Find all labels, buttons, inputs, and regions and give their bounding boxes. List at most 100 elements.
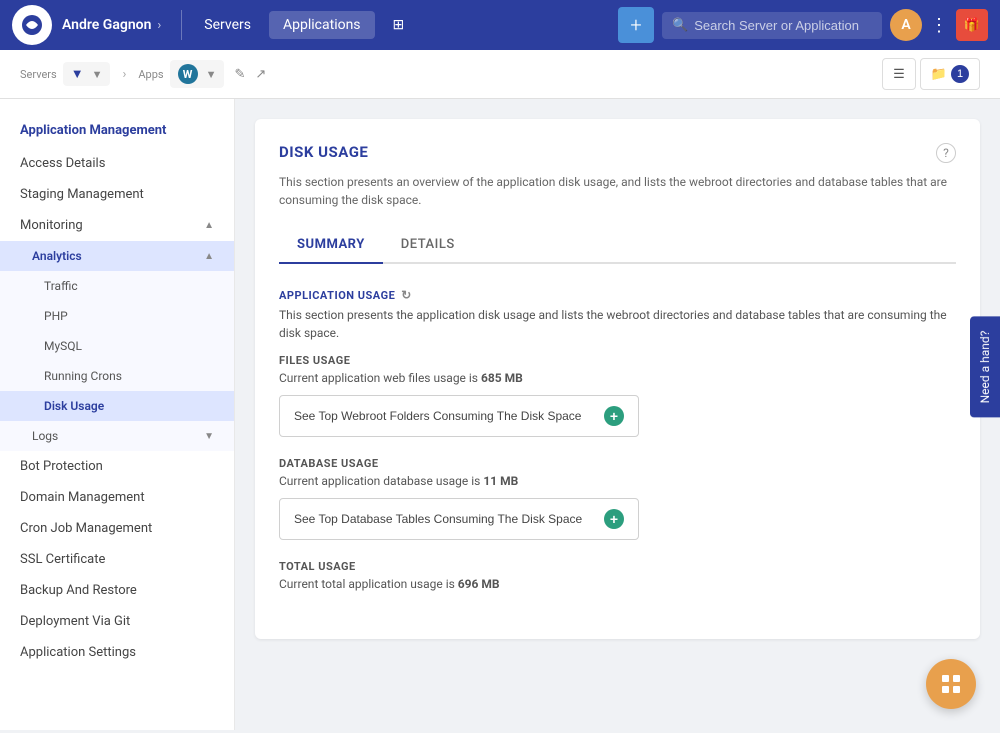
floating-grid-button[interactable] — [926, 659, 976, 709]
sidebar-item-cron-job-management[interactable]: Cron Job Management — [0, 513, 234, 544]
breadcrumb-arrow: › — [122, 67, 126, 82]
running-crons-label: Running Crons — [44, 369, 122, 383]
sidebar-item-traffic[interactable]: Traffic — [0, 271, 234, 301]
disk-usage-description: This section presents an overview of the… — [279, 173, 956, 209]
files-badge: 1 — [951, 65, 969, 83]
sidebar-item-logs[interactable]: Logs ▼ — [0, 421, 234, 451]
domain-management-label: Domain Management — [20, 490, 145, 505]
database-usage-title: DATABASE USAGE — [279, 457, 956, 470]
database-tables-button[interactable]: See Top Database Tables Consuming The Di… — [279, 498, 639, 540]
webroot-folders-label: See Top Webroot Folders Consuming The Di… — [294, 409, 581, 423]
logo[interactable] — [12, 5, 52, 45]
sidebar-item-deployment-via-git[interactable]: Deployment Via Git — [0, 606, 234, 637]
database-usage-desc: Current application database usage is 11… — [279, 474, 956, 488]
sidebar-item-ssl-certificate[interactable]: SSL Certificate — [0, 544, 234, 575]
total-usage-desc: Current total application usage is 696 M… — [279, 577, 956, 591]
monitoring-label: Monitoring — [20, 218, 83, 233]
user-chevron: › — [157, 18, 161, 33]
traffic-label: Traffic — [44, 279, 78, 293]
total-usage-title: TOTAL USAGE — [279, 560, 956, 573]
sidebar-item-access-details[interactable]: Access Details — [0, 148, 234, 179]
avatar[interactable]: A — [890, 9, 922, 41]
analytics-submenu: Traffic PHP MySQL Running Crons Disk Usa… — [0, 271, 234, 421]
add-button[interactable]: + — [618, 7, 654, 43]
nav-applications[interactable]: Applications — [269, 11, 375, 39]
sidebar-item-running-crons[interactable]: Running Crons — [0, 361, 234, 391]
tab-summary[interactable]: SUMMARY — [279, 227, 383, 264]
sidebar-item-staging-management[interactable]: Staging Management — [0, 179, 234, 210]
server-icon: ▼ — [71, 66, 84, 82]
more-menu[interactable]: ⋮ — [930, 15, 948, 36]
app-edit-icon[interactable]: ✎ — [234, 67, 245, 82]
app-dropdown-icon: ▼ — [206, 68, 217, 81]
sidebar-item-analytics[interactable]: Analytics ▲ — [0, 241, 234, 271]
app-selector[interactable]: W ▼ — [170, 60, 225, 88]
mysql-label: MySQL — [44, 339, 82, 353]
nav-divider — [181, 10, 182, 40]
servers-label: Servers — [20, 68, 57, 81]
search-bar[interactable]: 🔍 — [662, 12, 882, 39]
nav-servers[interactable]: Servers — [190, 11, 265, 39]
sidebar-item-domain-management[interactable]: Domain Management — [0, 482, 234, 513]
disk-usage-card: DISK USAGE ? This section presents an ov… — [255, 119, 980, 639]
nav-grid[interactable]: ⊞ — [379, 11, 419, 39]
analytics-chevron-icon: ▲ — [204, 251, 214, 262]
servers-breadcrumb: Servers ▼ ▼ — [20, 62, 110, 86]
sidebar-item-backup-and-restore[interactable]: Backup And Restore — [0, 575, 234, 606]
app-usage-description: This section presents the application di… — [279, 306, 956, 342]
ssl-certificate-label: SSL Certificate — [20, 552, 105, 567]
app-link-icon[interactable]: ↗ — [255, 67, 266, 82]
php-label: PHP — [44, 309, 68, 323]
sidebar-item-disk-usage[interactable]: Disk Usage — [0, 391, 234, 421]
logs-label: Logs — [32, 429, 58, 443]
files-usage-desc: Current application web files usage is 6… — [279, 371, 956, 385]
sidebar-item-bot-protection[interactable]: Bot Protection — [0, 451, 234, 482]
disk-usage-label: Disk Usage — [44, 399, 104, 413]
breadcrumb-bar: Servers ▼ ▼ › Apps W ▼ ✎ ↗ ☰ 📁 1 — [0, 50, 1000, 99]
user-name[interactable]: Andre Gagnon — [62, 17, 151, 33]
list-view-button[interactable]: ☰ — [882, 58, 916, 90]
apps-label: Apps — [138, 68, 163, 81]
files-button[interactable]: 📁 1 — [920, 58, 980, 90]
refresh-icon[interactable]: ↻ — [401, 288, 412, 302]
analytics-label: Analytics — [32, 249, 82, 263]
access-details-label: Access Details — [20, 156, 105, 171]
webroot-folders-button[interactable]: See Top Webroot Folders Consuming The Di… — [279, 395, 639, 437]
sidebar-section-title: Application Management — [0, 115, 234, 148]
app-usage-section: APPLICATION USAGE ↻ This section present… — [279, 288, 956, 591]
files-usage-title: FILES USAGE — [279, 354, 956, 367]
folder-icon: 📁 — [931, 66, 947, 82]
breadcrumb-actions: ☰ 📁 1 — [882, 58, 980, 90]
files-usage-subsection: FILES USAGE Current application web file… — [279, 354, 956, 437]
sidebar-item-monitoring[interactable]: Monitoring ▲ — [0, 210, 234, 241]
apps-breadcrumb: Apps W ▼ ✎ ↗ — [138, 60, 266, 88]
sidebar: Application Management Access Details St… — [0, 99, 235, 730]
monitoring-chevron-icon: ▲ — [204, 220, 214, 231]
content-tabs: SUMMARY DETAILS — [279, 227, 956, 264]
monitoring-submenu: Analytics ▲ Traffic PHP MySQL Running Cr… — [0, 241, 234, 451]
gift-icon[interactable]: 🎁 — [956, 9, 988, 41]
disk-usage-title: DISK USAGE — [279, 143, 368, 161]
need-a-hand-panel[interactable]: Need a hand? — [970, 316, 1000, 417]
deployment-via-git-label: Deployment Via Git — [20, 614, 130, 629]
application-settings-label: Application Settings — [20, 645, 136, 660]
sidebar-item-application-settings[interactable]: Application Settings — [0, 637, 234, 668]
sidebar-item-php[interactable]: PHP — [0, 301, 234, 331]
search-icon: 🔍 — [672, 18, 688, 33]
expand-icon: + — [604, 406, 624, 426]
database-tables-label: See Top Database Tables Consuming The Di… — [294, 512, 582, 526]
total-usage-subsection: TOTAL USAGE Current total application us… — [279, 560, 956, 591]
main-nav: Servers Applications ⊞ — [190, 11, 418, 39]
server-dropdown-icon: ▼ — [92, 68, 103, 81]
app-usage-title: APPLICATION USAGE ↻ — [279, 288, 956, 302]
wordpress-icon: W — [178, 64, 198, 84]
server-selector[interactable]: ▼ ▼ — [63, 62, 111, 86]
backup-and-restore-label: Backup And Restore — [20, 583, 137, 598]
logs-chevron-icon: ▼ — [204, 431, 214, 442]
list-icon: ☰ — [893, 66, 905, 82]
sidebar-item-mysql[interactable]: MySQL — [0, 331, 234, 361]
tab-details[interactable]: DETAILS — [383, 227, 473, 264]
topnav: Andre Gagnon › Servers Applications ⊞ + … — [0, 0, 1000, 50]
help-icon[interactable]: ? — [936, 143, 956, 163]
search-input[interactable] — [694, 18, 872, 33]
